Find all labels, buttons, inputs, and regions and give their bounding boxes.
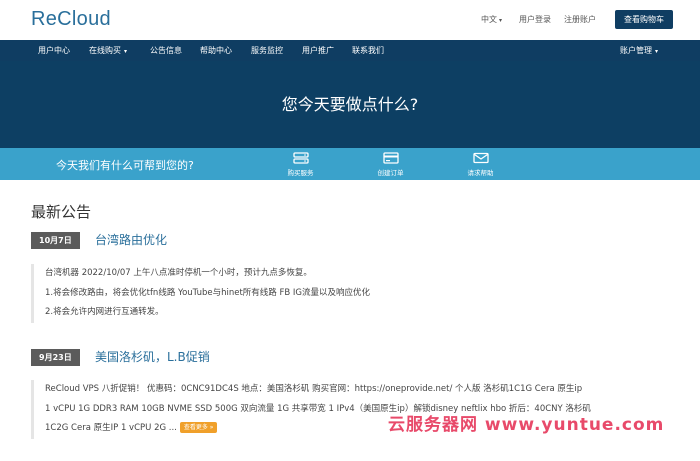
envelope-icon — [472, 152, 489, 164]
caret-down-icon: ▾ — [499, 17, 503, 24]
news-line: 2.将会允许内网进行互通转发。 — [45, 307, 164, 317]
read-more-button[interactable]: 查看更多 » — [179, 422, 218, 433]
nav-item-service-monitor[interactable]: 服务监控 — [251, 45, 283, 56]
hero-title: 您今天要做点什么? — [281, 95, 419, 114]
account-menu-label: 账户管理 — [620, 46, 652, 55]
view-cart-button[interactable]: 查看购物车 — [615, 10, 673, 29]
request-help-tile[interactable]: 请求帮助 — [438, 148, 523, 180]
caret-down-icon: ▾ — [124, 48, 128, 55]
nav-item-user-center[interactable]: 用户中心 — [38, 45, 70, 56]
news-line: 台湾机器 2022/10/07 上午八点准时停机一个小时，预计九点多恢复。 — [45, 268, 312, 278]
hero-banner: 您今天要做点什么? — [0, 61, 700, 148]
register-link[interactable]: 注册账户 — [564, 14, 596, 25]
news-title-link[interactable]: 台湾路由优化 — [95, 232, 167, 249]
announcements-title: 最新公告 — [31, 203, 92, 221]
watermark: 云服务器网 www.yuntue.com — [388, 415, 665, 435]
news-title-link[interactable]: 美国洛杉矶，L.B促销 — [95, 349, 210, 366]
buy-service-label: 购买服务 — [287, 169, 314, 177]
nav-item-announcements[interactable]: 公告信息 — [150, 45, 182, 56]
buy-service-tile[interactable]: 购买服务 — [258, 148, 343, 180]
create-order-tile[interactable]: 创建订单 — [348, 148, 433, 180]
help-bar: 今天我们有什么可帮到您的? 购买服务 创建订单 请求帮助 — [0, 148, 700, 180]
nav-item-label: 在线购买 — [89, 46, 121, 55]
nav-item-help-center[interactable]: 帮助中心 — [200, 45, 232, 56]
language-selector[interactable]: 中文 ▾ — [481, 14, 502, 25]
top-header: ReCloud 中文 ▾ 用户登录 注册账户 查看购物车 — [0, 0, 700, 40]
news-line-text: 1C2G Cera 原生IP 1 vCPU 2G ... — [45, 423, 177, 433]
language-label: 中文 — [481, 15, 497, 24]
news-item-body: 台湾机器 2022/10/07 上午八点准时停机一个小时，预计九点多恢复。 1.… — [31, 264, 670, 323]
help-bar-text: 今天我们有什么可帮到您的? — [56, 159, 194, 172]
main-nav: 用户中心 在线购买 ▾ 公告信息 帮助中心 服务监控 用户推广 联系我们 账户管理… — [0, 40, 700, 61]
nav-item-contact[interactable]: 联系我们 — [352, 45, 384, 56]
caret-down-icon: ▾ — [655, 48, 659, 55]
news-line: ReCloud VPS 八折促销！ 优惠码：0CNC91DC4S 地点：美国洛杉… — [45, 384, 583, 394]
request-help-label: 请求帮助 — [467, 169, 494, 177]
news-line: 1.将会修改路由，将会优化tfn线路 YouTube与hinet所有线路 FB … — [45, 287, 371, 298]
logo[interactable]: ReCloud — [31, 8, 111, 31]
nav-item-affiliate[interactable]: 用户推广 — [302, 45, 334, 56]
server-icon — [292, 152, 309, 164]
nav-item-buy-online[interactable]: 在线购买 ▾ — [89, 45, 127, 56]
date-badge: 10月7日 — [31, 232, 80, 249]
login-link[interactable]: 用户登录 — [519, 14, 551, 25]
create-order-label: 创建订单 — [377, 169, 404, 177]
credit-card-icon — [382, 152, 399, 164]
account-menu[interactable]: 账户管理 ▾ — [620, 45, 658, 56]
date-badge: 9月23日 — [31, 349, 80, 366]
